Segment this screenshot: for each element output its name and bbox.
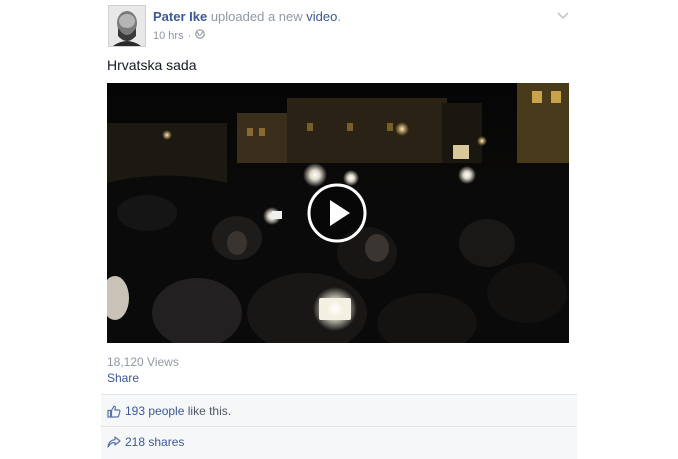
thumbs-up-icon bbox=[107, 405, 121, 418]
view-count: 18,120 Views bbox=[107, 355, 179, 369]
story-action-text: uploaded a new bbox=[210, 9, 303, 24]
author-avatar[interactable] bbox=[108, 5, 146, 47]
story-meta: 10 hrs · bbox=[153, 29, 206, 42]
video-player[interactable] bbox=[107, 83, 569, 343]
play-icon[interactable] bbox=[307, 183, 367, 243]
ufi-divider bbox=[101, 426, 577, 427]
feed-story: Pater Ike uploaded a new video. 10 hrs ·… bbox=[101, 0, 577, 459]
author-name-link[interactable]: Pater Ike bbox=[153, 9, 207, 24]
chevron-down-icon[interactable] bbox=[557, 8, 569, 20]
shares-count-link[interactable]: 218 shares bbox=[125, 435, 184, 449]
timestamp-link[interactable]: 10 hrs bbox=[153, 30, 184, 42]
likes-count-link[interactable]: 193 people bbox=[125, 404, 184, 418]
video-link[interactable]: video bbox=[306, 9, 337, 24]
post-message: Hrvatska sada bbox=[107, 57, 197, 73]
globe-icon[interactable] bbox=[195, 29, 206, 42]
share-link[interactable]: Share bbox=[107, 371, 139, 385]
story-header: Pater Ike uploaded a new video. bbox=[153, 9, 341, 24]
meta-separator: · bbox=[187, 29, 192, 42]
ufi-panel: 193 people like this. 218 shares bbox=[101, 394, 577, 459]
likes-suffix: like this. bbox=[187, 404, 232, 418]
likes-summary: 193 people like this. bbox=[107, 400, 231, 422]
header-period: . bbox=[337, 9, 341, 24]
shares-summary: 218 shares bbox=[107, 431, 184, 453]
share-arrow-icon bbox=[107, 436, 121, 448]
